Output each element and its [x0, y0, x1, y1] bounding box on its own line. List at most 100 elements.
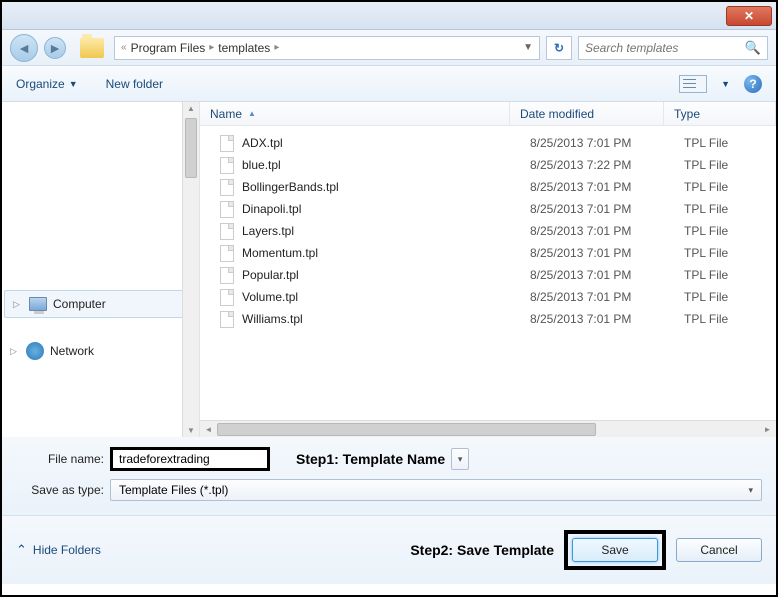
forward-button[interactable]: ► — [44, 37, 66, 59]
navigation-bar: ◄ ► « Program Files ▸ templates ▸ ▼ ↻ 🔍 — [2, 30, 776, 66]
file-row[interactable]: BollingerBands.tpl8/25/2013 7:01 PMTPL F… — [200, 176, 776, 198]
organize-label: Organize — [16, 77, 65, 91]
vertical-scrollbar[interactable] — [182, 102, 199, 437]
search-icon: 🔍 — [745, 40, 761, 56]
file-date: 8/25/2013 7:01 PM — [530, 202, 684, 216]
file-row[interactable]: ADX.tpl8/25/2013 7:01 PMTPL File — [200, 132, 776, 154]
view-options-button[interactable] — [679, 75, 707, 93]
scrollbar-thumb[interactable] — [217, 423, 596, 436]
chevron-right-icon: ▸ — [274, 42, 279, 53]
arrow-left-icon: ◄ — [17, 40, 31, 56]
file-date: 8/25/2013 7:01 PM — [530, 136, 684, 150]
save-dialog: ✕ ◄ ► « Program Files ▸ templates ▸ ▼ ↻ … — [0, 0, 778, 597]
file-name: BollingerBands.tpl — [242, 180, 530, 194]
column-header-type[interactable]: Type — [664, 102, 776, 125]
tree-item-network[interactable]: ▷ Network — [2, 336, 199, 366]
network-icon — [26, 342, 44, 360]
file-icon — [220, 179, 234, 196]
toolbar: Organize ▼ New folder ▼ ? — [2, 66, 776, 102]
organize-button[interactable]: Organize ▼ — [16, 77, 78, 91]
saveas-type-dropdown[interactable]: Template Files (*.tpl) ▾ — [110, 479, 762, 501]
file-row[interactable]: Volume.tpl8/25/2013 7:01 PMTPL File — [200, 286, 776, 308]
back-button[interactable]: ◄ — [10, 34, 38, 62]
chevron-down-icon[interactable]: ▼ — [721, 79, 730, 89]
file-name: Layers.tpl — [242, 224, 530, 238]
help-button[interactable]: ? — [744, 75, 762, 93]
tree-item-computer[interactable]: ▷ Computer — [4, 290, 197, 318]
file-list-pane: Name ▲ Date modified Type ADX.tpl8/25/20… — [200, 102, 776, 437]
file-date: 8/25/2013 7:01 PM — [530, 180, 684, 194]
annotation-step1: Step1: Template Name — [296, 451, 445, 467]
file-type: TPL File — [684, 246, 776, 260]
search-input[interactable] — [585, 41, 745, 55]
scroll-left-icon[interactable]: ◄ — [200, 422, 217, 437]
new-folder-button[interactable]: New folder — [106, 77, 163, 91]
file-name: ADX.tpl — [242, 136, 530, 150]
chevron-down-icon: ▼ — [69, 79, 78, 89]
file-name: Volume.tpl — [242, 290, 530, 304]
search-box[interactable]: 🔍 — [578, 36, 768, 60]
file-name: Momentum.tpl — [242, 246, 530, 260]
file-type: TPL File — [684, 224, 776, 238]
file-type: TPL File — [684, 312, 776, 326]
file-name: Williams.tpl — [242, 312, 530, 326]
scrollbar-thumb[interactable] — [185, 118, 197, 178]
button-bar: ⌃ Hide Folders Step2: Save Template Save… — [2, 515, 776, 584]
navigation-tree: ▷ Computer ▷ Network — [2, 102, 200, 437]
column-header-name[interactable]: Name ▲ — [200, 102, 510, 125]
refresh-button[interactable]: ↻ — [546, 36, 572, 60]
path-segment[interactable]: Program Files — [131, 41, 206, 55]
file-date: 8/25/2013 7:01 PM — [530, 224, 684, 238]
save-button[interactable]: Save — [572, 538, 658, 562]
file-row[interactable]: Layers.tpl8/25/2013 7:01 PMTPL File — [200, 220, 776, 242]
filename-history-dropdown[interactable]: ▾ — [451, 448, 469, 470]
horizontal-scrollbar[interactable]: ◄ ► — [200, 420, 776, 437]
expander-icon[interactable]: ▷ — [13, 299, 23, 310]
chevron-left-icon: « — [121, 42, 127, 53]
file-date: 8/25/2013 7:01 PM — [530, 290, 684, 304]
file-row[interactable]: Popular.tpl8/25/2013 7:01 PMTPL File — [200, 264, 776, 286]
file-icon — [220, 135, 234, 152]
file-type: TPL File — [684, 202, 776, 216]
refresh-icon: ↻ — [554, 41, 564, 55]
file-row[interactable]: Dinapoli.tpl8/25/2013 7:01 PMTPL File — [200, 198, 776, 220]
path-segment[interactable]: templates — [218, 41, 270, 55]
chevron-up-icon: ⌃ — [16, 542, 27, 558]
file-icon — [220, 245, 234, 262]
annotation-highlight: Save — [564, 530, 666, 570]
file-date: 8/25/2013 7:01 PM — [530, 312, 684, 326]
close-button[interactable]: ✕ — [726, 6, 772, 26]
file-icon — [220, 201, 234, 218]
chevron-down-icon: ▾ — [458, 454, 463, 465]
expander-icon[interactable]: ▷ — [10, 346, 20, 357]
saveas-value: Template Files (*.tpl) — [119, 483, 228, 497]
arrow-right-icon: ► — [48, 40, 62, 56]
hide-folders-button[interactable]: ⌃ Hide Folders — [16, 542, 101, 558]
file-name: Dinapoli.tpl — [242, 202, 530, 216]
chevron-down-icon: ▾ — [748, 485, 753, 496]
filename-label: File name: — [16, 452, 104, 466]
filename-input[interactable] — [110, 447, 270, 471]
file-row[interactable]: blue.tpl8/25/2013 7:22 PMTPL File — [200, 154, 776, 176]
file-date: 8/25/2013 7:22 PM — [530, 158, 684, 172]
file-icon — [220, 289, 234, 306]
file-date: 8/25/2013 7:01 PM — [530, 268, 684, 282]
help-icon: ? — [749, 77, 756, 91]
tree-label: Network — [50, 344, 94, 358]
file-name: blue.tpl — [242, 158, 530, 172]
address-bar[interactable]: « Program Files ▸ templates ▸ ▼ — [114, 36, 540, 60]
file-icon — [220, 223, 234, 240]
scroll-right-icon[interactable]: ► — [759, 422, 776, 437]
cancel-button[interactable]: Cancel — [676, 538, 762, 562]
file-row[interactable]: Momentum.tpl8/25/2013 7:01 PMTPL File — [200, 242, 776, 264]
saveas-label: Save as type: — [16, 483, 104, 497]
column-header-date[interactable]: Date modified — [510, 102, 664, 125]
file-rows: ADX.tpl8/25/2013 7:01 PMTPL Fileblue.tpl… — [200, 126, 776, 330]
file-type: TPL File — [684, 136, 776, 150]
file-row[interactable]: Williams.tpl8/25/2013 7:01 PMTPL File — [200, 308, 776, 330]
file-type: TPL File — [684, 158, 776, 172]
chevron-right-icon: ▸ — [209, 42, 214, 53]
computer-icon — [29, 297, 47, 311]
chevron-down-icon[interactable]: ▼ — [523, 42, 533, 53]
titlebar: ✕ — [2, 2, 776, 30]
